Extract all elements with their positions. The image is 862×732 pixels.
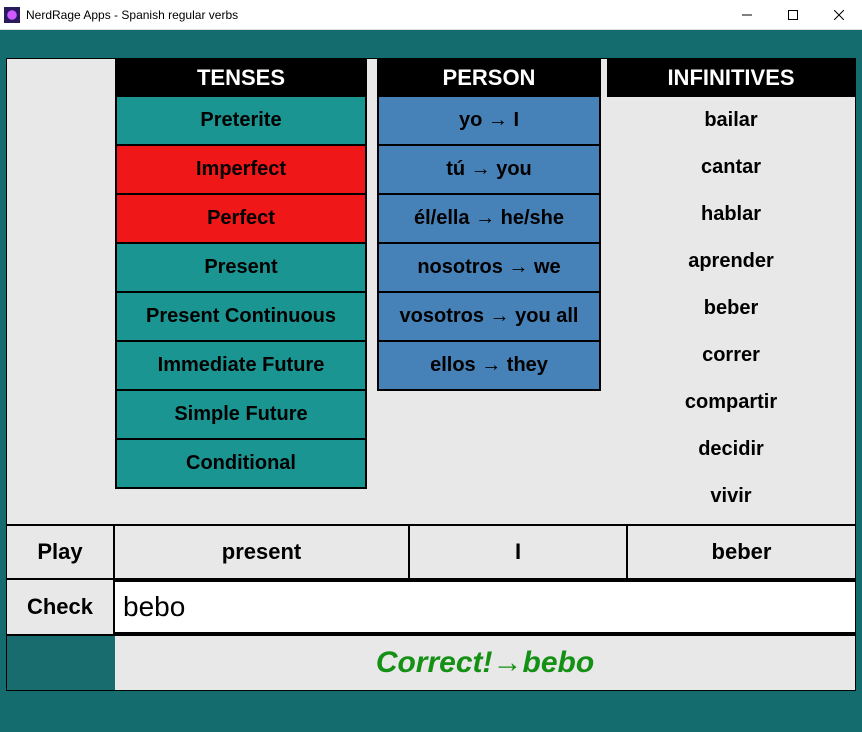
tense-simple-future[interactable]: Simple Future: [115, 391, 367, 440]
tense-immediate-future[interactable]: Immediate Future: [115, 342, 367, 391]
person-header: PERSON: [377, 59, 601, 97]
app-body: TENSES Preterite Imperfect Perfect Prese…: [0, 30, 862, 732]
infinitive-beber[interactable]: beber: [607, 285, 855, 332]
tense-preterite[interactable]: Preterite: [115, 97, 367, 146]
tense-present-continuous[interactable]: Present Continuous: [115, 293, 367, 342]
app-icon: [4, 7, 20, 23]
answer-input[interactable]: [115, 580, 855, 634]
tense-perfect[interactable]: Perfect: [115, 195, 367, 244]
play-button[interactable]: Play: [7, 526, 115, 578]
infinitive-cantar[interactable]: cantar: [607, 144, 855, 191]
window-title: NerdRage Apps - Spanish regular verbs: [26, 8, 724, 22]
person-tu[interactable]: tú → you: [377, 146, 601, 195]
infinitives-column: INFINITIVES bailar cantar hablar aprende…: [607, 59, 855, 520]
person-vosotros[interactable]: vosotros → you all: [377, 293, 601, 342]
tense-conditional[interactable]: Conditional: [115, 440, 367, 489]
person-el-ella[interactable]: él/ella → he/she: [377, 195, 601, 244]
main-panel: TENSES Preterite Imperfect Perfect Prese…: [6, 58, 856, 691]
window-controls: [724, 0, 862, 29]
infinitive-decidir[interactable]: decidir: [607, 426, 855, 473]
bottom-rows: Play present I beber Check Correct!→bebo: [7, 524, 855, 690]
tenses-header: TENSES: [115, 59, 367, 97]
columns-container: TENSES Preterite Imperfect Perfect Prese…: [7, 59, 855, 520]
infinitive-correr[interactable]: correr: [607, 332, 855, 379]
infinitive-aprender[interactable]: aprender: [607, 238, 855, 285]
person-column: PERSON yo → I tú → you él/ella → he/she …: [367, 59, 607, 520]
infinitive-vivir[interactable]: vivir: [607, 473, 855, 520]
minimize-button[interactable]: [724, 0, 770, 29]
infinitive-bailar[interactable]: bailar: [607, 97, 855, 144]
play-row: Play present I beber: [7, 524, 855, 578]
person-nosotros[interactable]: nosotros → we: [377, 244, 601, 293]
play-verb: beber: [628, 526, 855, 578]
tenses-column: TENSES Preterite Imperfect Perfect Prese…: [115, 59, 367, 520]
person-yo[interactable]: yo → I: [377, 97, 601, 146]
tense-imperfect[interactable]: Imperfect: [115, 146, 367, 195]
tense-present[interactable]: Present: [115, 244, 367, 293]
check-button[interactable]: Check: [7, 580, 115, 634]
infinitives-header: INFINITIVES: [607, 59, 855, 97]
infinitive-hablar[interactable]: hablar: [607, 191, 855, 238]
play-person: I: [410, 526, 628, 578]
title-bar: NerdRage Apps - Spanish regular verbs: [0, 0, 862, 30]
infinitive-compartir[interactable]: compartir: [607, 379, 855, 426]
person-ellos[interactable]: ellos → they: [377, 342, 601, 391]
result-row: Correct!→bebo: [7, 634, 855, 690]
check-row: Check: [7, 578, 855, 634]
play-tense: present: [115, 526, 410, 578]
result-spacer: [7, 636, 115, 690]
maximize-button[interactable]: [770, 0, 816, 29]
left-margin: [7, 59, 115, 520]
result-text: Correct!→bebo: [115, 636, 855, 690]
close-button[interactable]: [816, 0, 862, 29]
